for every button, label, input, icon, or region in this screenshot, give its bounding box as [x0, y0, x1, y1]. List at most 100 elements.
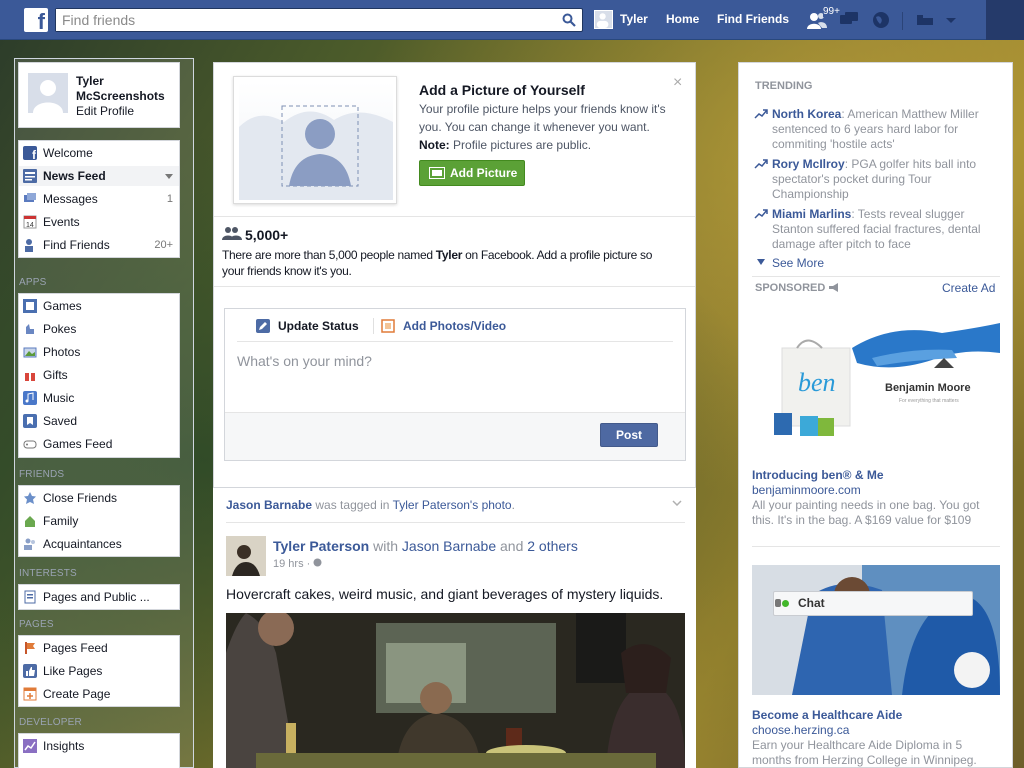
status-input[interactable]: What's on your mind?: [237, 353, 372, 369]
see-more-link[interactable]: See More: [772, 256, 824, 270]
like-icon: [23, 664, 37, 678]
developer-nav: Insights: [18, 733, 180, 768]
find-friends-link[interactable]: Find Friends: [717, 12, 789, 26]
sidebar-item-family[interactable]: Family: [19, 511, 179, 531]
messages-icon[interactable]: [838, 10, 860, 30]
sidebar-item-events[interactable]: 14 Events: [19, 212, 179, 232]
photo-owner-link[interactable]: Tyler Paterson's: [393, 498, 479, 512]
sidebar-item-label: Acquaintances: [43, 537, 122, 551]
sidebar-item-games-feed[interactable]: Games Feed: [19, 434, 179, 454]
story-text: Hovercraft cakes, weird music, and giant…: [226, 586, 664, 602]
create-ad-link[interactable]: Create Ad: [942, 281, 995, 295]
chevron-down-icon[interactable]: [165, 174, 173, 179]
sponsored-heading: SPONSORED: [755, 282, 826, 294]
sidebar-item-label: Pokes: [43, 322, 77, 336]
author-avatar[interactable]: [226, 536, 266, 576]
sidebar-item-create-page[interactable]: Create Page: [19, 684, 179, 704]
herzing-ad-image[interactable]: [752, 565, 1000, 695]
pages-nav: Pages Feed Like Pages Create Page: [18, 635, 180, 707]
ad-title-herzing[interactable]: Become a Healthcare Aide: [752, 708, 902, 722]
ad-title-ben[interactable]: Introducing ben® & Me: [752, 468, 884, 482]
calendar-icon: 14: [23, 215, 37, 229]
profile-name[interactable]: Tyler McScreenshots: [76, 74, 176, 104]
ad-desc-ben: All your painting needs in one bag. You …: [752, 498, 980, 527]
post-button[interactable]: Post: [600, 423, 658, 447]
sidebar-item-like-pages[interactable]: Like Pages: [19, 661, 179, 681]
story-header: Jason Barnabe was tagged in Tyler Paters…: [226, 498, 515, 512]
sidebar-item-photos[interactable]: Photos: [19, 342, 179, 362]
party-photo-illustration: [226, 613, 685, 768]
ad-url-ben[interactable]: benjaminmoore.com: [752, 483, 861, 497]
story-timestamp[interactable]: 19 hrs ·: [273, 558, 322, 570]
user-avatar[interactable]: [594, 10, 613, 29]
sidebar-item-games[interactable]: Games: [19, 296, 179, 316]
trending-heading: TRENDING: [755, 80, 813, 92]
edit-profile-link[interactable]: Edit Profile: [76, 104, 134, 118]
tab-add-photos[interactable]: Add Photos/Video: [381, 319, 506, 333]
benjamin-moore-ad-image[interactable]: ben Benjamin Moore For everything that m…: [752, 318, 1000, 450]
sidebar-item-label: Music: [43, 391, 75, 405]
sidebar-item-label: Messages: [43, 192, 98, 206]
home-link[interactable]: Home: [666, 12, 699, 26]
profile-picture-placeholder[interactable]: [233, 76, 397, 204]
trending-item-miami-marlins[interactable]: Miami Marlins: Tests reveal slugger Stan…: [772, 207, 987, 252]
news-feed-icon: [23, 169, 37, 183]
sidebar-item-pages-public[interactable]: Pages and Public ...: [19, 587, 179, 607]
favorites-nav: f Welcome News Feed Messages 1 14 Events…: [18, 140, 180, 258]
saved-icon: [23, 414, 37, 428]
profile-avatar[interactable]: [28, 73, 68, 113]
facebook-logo[interactable]: f: [24, 8, 48, 32]
tab-separator: [373, 318, 374, 334]
search-icon[interactable]: [562, 13, 576, 27]
tab-update-status[interactable]: Update Status: [256, 319, 359, 333]
settings-dropdown-icon[interactable]: [940, 10, 962, 30]
story-photo[interactable]: [226, 613, 685, 768]
sidebar-item-label: Games Feed: [43, 437, 113, 451]
tagger-link[interactable]: Jason Barnabe: [226, 498, 312, 512]
sidebar-item-acquaintances[interactable]: Acquaintances: [19, 534, 179, 554]
ad-url-herzing[interactable]: choose.herzing.ca: [752, 723, 849, 737]
music-icon: [23, 391, 37, 405]
story-author-line: Tyler Paterson with Jason Barnabe and 2 …: [273, 538, 578, 554]
right-divider: [752, 276, 1000, 277]
notifications-globe-icon[interactable]: [870, 10, 892, 30]
photos-icon: [23, 347, 37, 358]
chat-bar[interactable]: Chat: [773, 591, 973, 616]
sidebar-item-welcome[interactable]: f Welcome: [19, 143, 179, 163]
gifts-icon: [25, 371, 35, 381]
sidebar-item-gifts[interactable]: Gifts: [19, 365, 179, 385]
sidebar-item-news-feed[interactable]: News Feed: [19, 166, 179, 186]
trending-item-north-korea[interactable]: North Korea: American Matthew Miller sen…: [772, 107, 987, 152]
people-text: There are more than 5,000 people named T…: [222, 248, 653, 278]
trending-item-rory-mcilroy[interactable]: Rory McIlroy: PGA golfer hits ball into …: [772, 157, 987, 202]
add-picture-button[interactable]: Add Picture: [419, 160, 525, 186]
sidebar-item-pages-feed[interactable]: Pages Feed: [19, 638, 179, 658]
sidebar-item-label: Photos: [43, 345, 81, 359]
search-box[interactable]: [55, 8, 583, 32]
profile-link[interactable]: Tyler: [620, 12, 648, 26]
apps-nav: Games Pokes Photos Gifts Music Saved Gam…: [18, 293, 180, 458]
ad-desc-herzing: Earn your Healthcare Aide Diploma in 5 m…: [752, 738, 977, 767]
close-icon[interactable]: ×: [673, 74, 682, 92]
with-person-link[interactable]: Jason Barnabe: [402, 538, 496, 554]
sidebar-item-insights[interactable]: Insights: [19, 736, 179, 756]
author-link[interactable]: Tyler Paterson: [273, 538, 369, 554]
friends-heading: FRIENDS: [19, 469, 65, 480]
story-options-chevron-icon[interactable]: [672, 497, 682, 509]
sidebar-item-label: News Feed: [43, 169, 106, 183]
privacy-shortcuts-icon[interactable]: [914, 10, 936, 30]
search-input[interactable]: [56, 9, 546, 31]
sidebar-item-close-friends[interactable]: Close Friends: [19, 488, 179, 508]
profile-card[interactable]: Tyler McScreenshots Edit Profile: [18, 62, 180, 128]
sidebar-item-label: Gifts: [43, 368, 68, 382]
acquaintances-icon: [24, 538, 35, 550]
megaphone-icon: [829, 283, 838, 292]
sidebar-item-messages[interactable]: Messages 1: [19, 189, 179, 209]
sidebar-item-music[interactable]: Music: [19, 388, 179, 408]
section-divider: [214, 286, 695, 287]
others-link[interactable]: 2 others: [527, 538, 578, 554]
healthcare-aide-illustration: [752, 565, 1000, 695]
sidebar-item-pokes[interactable]: Pokes: [19, 319, 179, 339]
sidebar-item-saved[interactable]: Saved: [19, 411, 179, 431]
sidebar-item-find-friends[interactable]: Find Friends 20+: [19, 235, 179, 255]
